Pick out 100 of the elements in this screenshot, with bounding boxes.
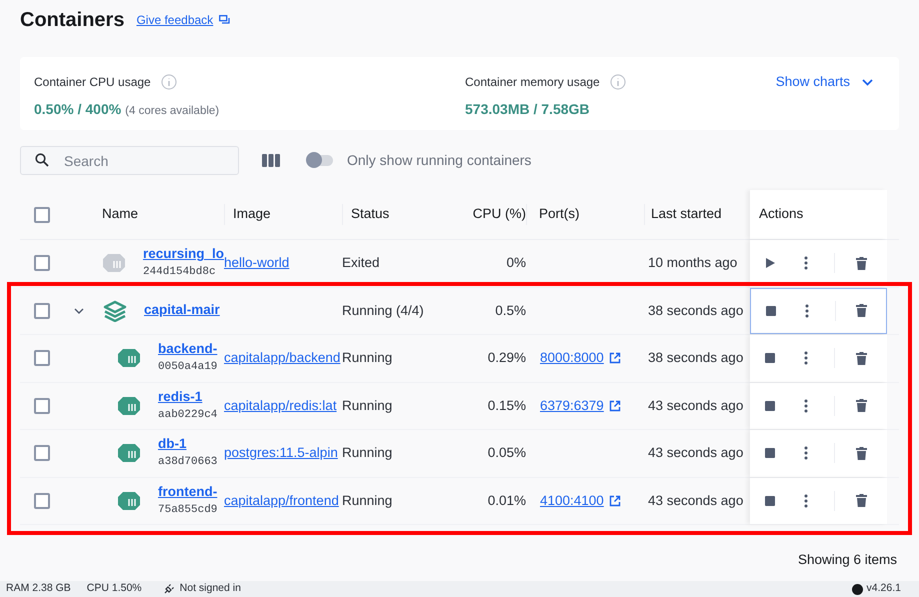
column-header[interactable]: Name <box>102 206 138 222</box>
cpu-usage-label: Container CPU usage <box>34 74 151 91</box>
column-header[interactable]: Status <box>351 206 390 222</box>
last-started-text: 10 months ago <box>648 255 738 270</box>
external-link-icon <box>608 352 621 364</box>
last-started-text: 43 seconds ago <box>648 492 744 508</box>
search-field[interactable]: Search <box>20 146 239 175</box>
cpu-usage-value: 0.50% / 400% <box>34 100 122 119</box>
container-icon <box>117 347 141 370</box>
external-link-icon <box>608 494 621 507</box>
port-link[interactable]: 6379:6379 <box>540 396 604 416</box>
column-header[interactable]: CPU (%) <box>472 206 526 222</box>
image-link[interactable]: hello-world <box>224 253 290 274</box>
checkbox[interactable] <box>34 492 50 509</box>
port-link[interactable]: 4100:4100 <box>540 490 604 511</box>
container-name-link[interactable]: frontend- <box>158 484 218 501</box>
stop-icon[interactable] <box>765 353 775 364</box>
show-charts-button[interactable]: Show charts <box>776 72 873 92</box>
status-text: Running <box>342 350 392 366</box>
ram-text: RAM 2.38 GB <box>6 581 71 596</box>
delete-icon[interactable] <box>856 304 866 318</box>
container-id: a38d70663 <box>158 456 218 470</box>
column-header: Actions <box>759 205 804 224</box>
plug-icon <box>164 584 174 594</box>
container-id: 75a855cd9 <box>158 504 218 518</box>
cpu-text: CPU 1.50% <box>86 581 142 596</box>
version-text: v4.26.1 <box>866 581 901 596</box>
more-icon[interactable] <box>804 256 808 270</box>
page-title: Containers <box>20 8 124 33</box>
cpu-cores-note: (4 cores available) <box>125 104 220 119</box>
status-text: Exited <box>342 255 380 270</box>
running-toggle-label: Only show running containers <box>347 151 532 170</box>
feedback-icon <box>219 15 230 25</box>
container-name-link[interactable]: db-1 <box>158 436 218 454</box>
stop-icon[interactable] <box>765 496 775 506</box>
container-icon <box>117 394 141 417</box>
memory-usage-label: Container memory usage <box>465 74 600 91</box>
cpu-text: 0.05% <box>488 444 526 462</box>
delete-icon[interactable] <box>856 256 866 270</box>
running-toggle[interactable] <box>307 155 333 166</box>
stop-icon[interactable] <box>765 400 775 411</box>
play-icon[interactable] <box>766 258 774 268</box>
status-text: Running (4/4) <box>342 302 424 318</box>
port-link[interactable]: 8000:8000 <box>540 348 604 368</box>
last-started-text: 43 seconds ago <box>648 445 744 460</box>
column-header[interactable]: Last started <box>651 206 722 222</box>
checkbox[interactable] <box>34 255 50 272</box>
status-text: Running <box>342 492 392 508</box>
container-icon <box>117 490 141 512</box>
cpu-text: 0.01% <box>488 492 526 510</box>
search-icon <box>35 153 49 167</box>
image-link[interactable]: capitalapp/backend <box>224 348 340 368</box>
last-started-text: 38 seconds ago <box>648 350 744 366</box>
delete-icon[interactable] <box>856 446 866 460</box>
column-header[interactable]: Port(s) <box>539 206 580 222</box>
checkbox[interactable] <box>34 350 50 366</box>
columns-icon[interactable] <box>262 154 280 167</box>
image-link[interactable]: capitalapp/frontend <box>224 490 339 511</box>
more-icon[interactable] <box>805 304 809 318</box>
container-icon <box>117 442 141 464</box>
item-count: Showing 6 items <box>798 551 897 569</box>
cpu-text: 0% <box>506 254 526 272</box>
last-started-text: 38 seconds ago <box>648 302 744 318</box>
delete-icon[interactable] <box>856 399 866 412</box>
more-icon[interactable] <box>804 398 808 413</box>
container-name-link[interactable]: capital-mair <box>144 302 220 320</box>
chevron-icon[interactable] <box>74 308 84 314</box>
image-link[interactable]: capitalapp/redis:lat <box>224 396 337 416</box>
more-icon[interactable] <box>804 351 808 366</box>
last-started-text: 43 seconds ago <box>648 398 744 413</box>
checkbox[interactable] <box>34 398 50 414</box>
external-link-icon <box>608 400 621 412</box>
container-id: aab0229c4 <box>158 408 218 423</box>
container-name-link[interactable]: recursing_lo <box>142 246 224 264</box>
container-name-link[interactable]: redis-1 <box>158 388 218 406</box>
memory-usage-value: 573.03MB / 7.58GB <box>465 100 591 119</box>
status-text: Running <box>342 398 392 413</box>
more-icon[interactable] <box>804 446 808 460</box>
sign-in-status: Not signed in <box>180 581 241 596</box>
checkbox[interactable] <box>34 302 50 319</box>
checkbox[interactable] <box>34 445 50 462</box>
feedback-link[interactable]: Give feedback <box>136 11 214 29</box>
delete-icon[interactable] <box>856 494 866 508</box>
chevron-icon <box>862 78 873 86</box>
cpu-text: 0.15% <box>488 396 526 415</box>
container-name-link[interactable]: backend- <box>158 341 218 358</box>
cpu-text: 0.5% <box>495 302 526 320</box>
more-icon[interactable] <box>804 494 808 508</box>
image-link[interactable]: postgres:11.5-alpin <box>224 443 338 464</box>
container-id: 0050a4a19 <box>158 361 218 376</box>
status-text: Running <box>342 445 392 460</box>
stack-icon <box>103 300 127 322</box>
container-icon <box>102 252 126 274</box>
stop-icon[interactable] <box>766 306 776 316</box>
checkbox[interactable] <box>34 206 50 222</box>
container-id: 244d154bd8c <box>142 266 217 280</box>
cpu-text: 0.29% <box>488 349 526 368</box>
column-header[interactable]: Image <box>233 206 271 222</box>
stop-icon[interactable] <box>765 448 775 458</box>
delete-icon[interactable] <box>856 352 866 365</box>
